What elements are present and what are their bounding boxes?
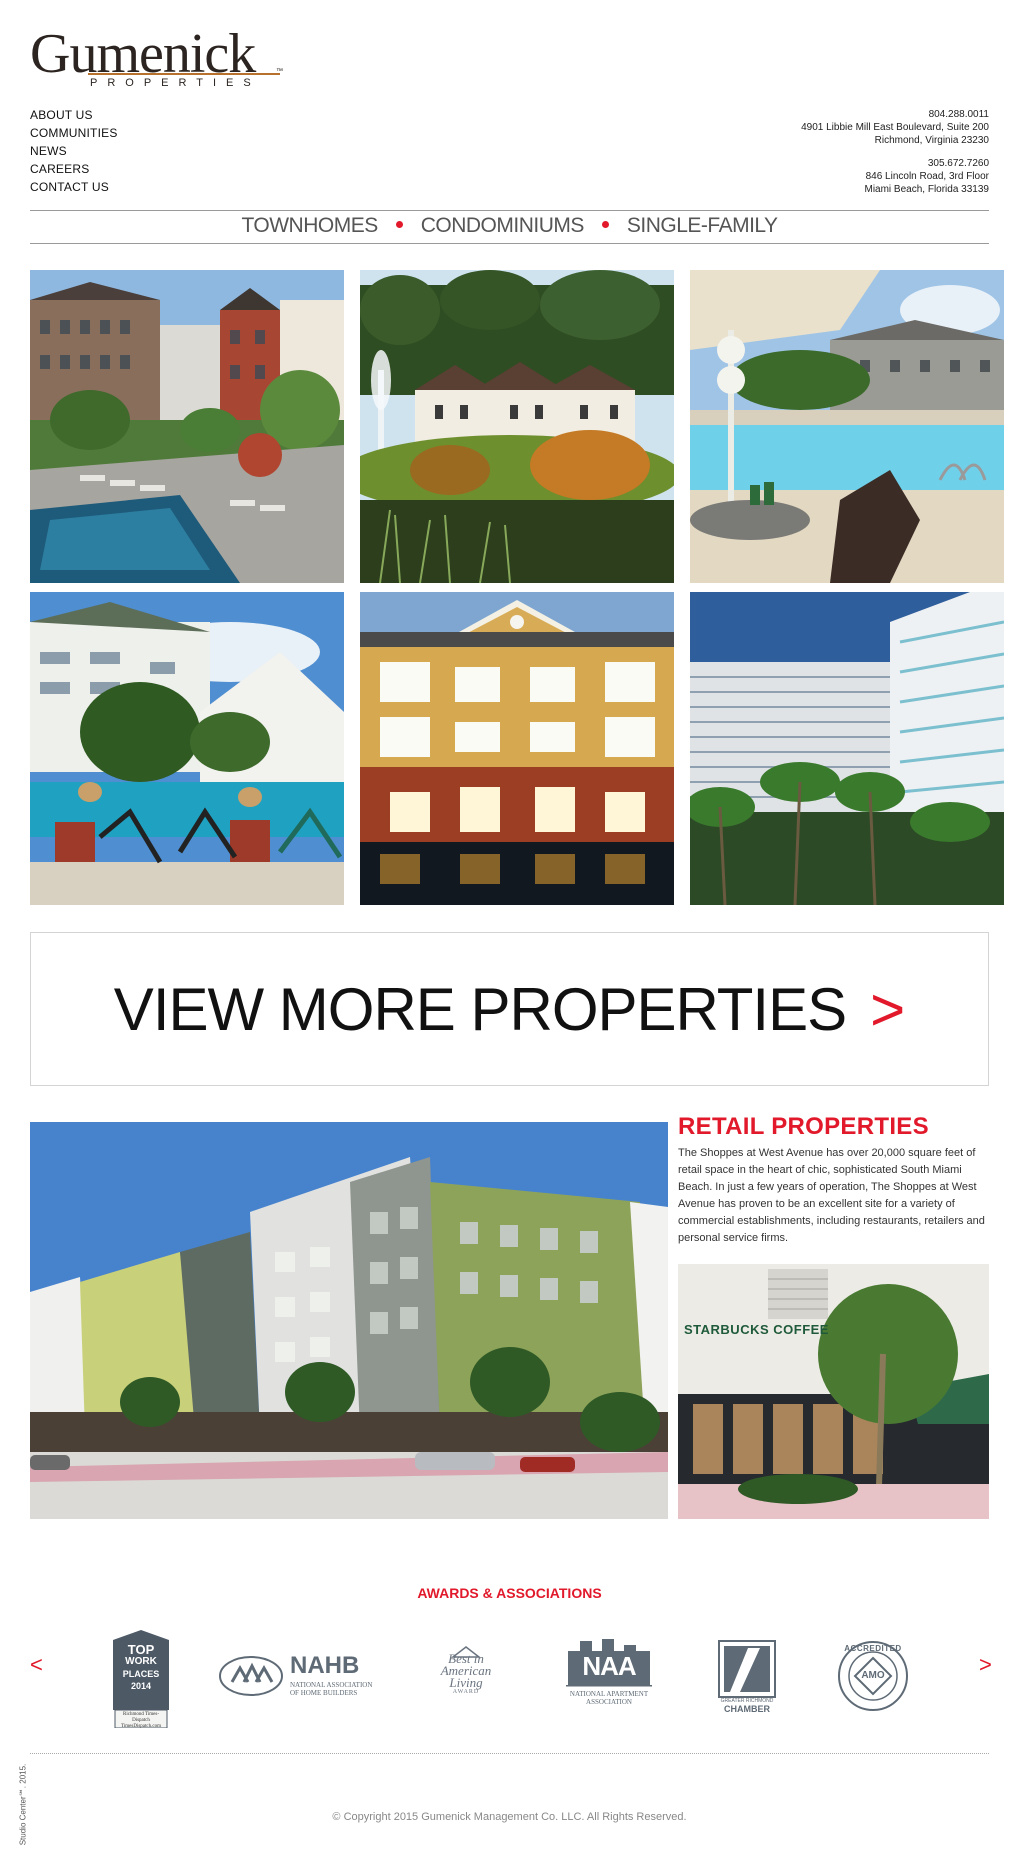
property-photo-pool-clubhouse[interactable] <box>30 592 344 905</box>
property-photo-fountain-homes[interactable] <box>360 270 674 583</box>
nahb-abbr: NAHB <box>290 1652 360 1679</box>
type-condominiums[interactable]: CONDOMINIUMS <box>421 214 585 237</box>
greater-richmond-chamber-logo[interactable]: GREATER RICHMOND CHAMBER <box>718 1640 776 1714</box>
logo-subtitle: PROPERTIES <box>90 77 261 89</box>
copyright-text: © Copyright 2015 Gumenick Management Co.… <box>332 1811 687 1823</box>
storefront-sign: STARBUCKS COFFEE <box>684 1322 829 1337</box>
gumenick-logo[interactable]: Gumenick PROPERTIES ™ <box>30 26 283 90</box>
top-work-text: TOP WORK PLACES 2014 <box>122 1642 160 1691</box>
amo-top-text: ACCREDITED <box>844 1644 902 1653</box>
nav-news[interactable]: NEWS <box>30 142 118 160</box>
property-photo-high-rise-palms[interactable] <box>690 592 1004 905</box>
amo-center-text: AMO <box>861 1670 885 1681</box>
awards-heading: AWARDS & ASSOCIATIONS <box>417 1585 602 1601</box>
retail-photo-shoppes-west-avenue <box>30 1122 668 1519</box>
property-photo-townhomes-courtyard[interactable] <box>30 270 344 583</box>
miami-city: Miami Beach, Florida 33139 <box>864 184 989 195</box>
separator-dot <box>601 220 609 228</box>
separator-dot <box>395 220 403 228</box>
nahb-logo[interactable]: NAHB NATIONAL ASSOCIATION OF HOME BUILDE… <box>218 1652 382 1700</box>
contact-richmond: 804.288.0011 4901 Libbie Mill East Boule… <box>801 108 989 147</box>
property-types-bar: TOWNHOMES CONDOMINIUMS SINGLE-FAMILY <box>30 211 989 241</box>
nav-communities[interactable]: COMMUNITIES <box>30 124 118 142</box>
best-american-text: Best in American Living AWARD <box>440 1651 492 1695</box>
miami-phone[interactable]: 305.672.7260 <box>801 157 989 170</box>
nav-about-us[interactable]: ABOUT US <box>30 106 118 124</box>
chamber-text: GREATER RICHMOND CHAMBER <box>720 1698 774 1714</box>
miami-street: 846 Lincoln Road, 3rd Floor <box>865 171 989 182</box>
logo-underline <box>88 73 280 75</box>
richmond-phone[interactable]: 804.288.0011 <box>801 108 989 121</box>
carousel-next-button[interactable]: > <box>979 1652 992 1678</box>
view-more-properties-button[interactable]: VIEW MORE PROPERTIES > <box>30 932 989 1086</box>
naa-abbr: NAA <box>582 1651 636 1681</box>
view-more-label: VIEW MORE PROPERTIES <box>113 975 847 1043</box>
property-photo-yellow-building[interactable] <box>360 592 674 905</box>
richmond-city: Richmond, Virginia 23230 <box>874 135 989 146</box>
retail-properties-heading: RETAIL PROPERTIES <box>678 1113 929 1140</box>
retail-description: The Shoppes at West Avenue has over 20,0… <box>678 1147 985 1244</box>
top-work-paper: Richmond Times-Dispatch TimesDispatch.co… <box>121 1712 161 1729</box>
contact-info: 804.288.0011 4901 Libbie Mill East Boule… <box>801 108 989 206</box>
logo-trademark: ™ <box>276 68 283 75</box>
naa-logo[interactable]: NAA NATIONAL APARTMENT ASSOCIATION <box>566 1637 652 1711</box>
type-townhomes[interactable]: TOWNHOMES <box>241 214 378 237</box>
amo-accredited-logo[interactable]: ACCREDITED AMO <box>837 1640 909 1712</box>
naa-full-name: NATIONAL APARTMENT ASSOCIATION <box>569 1690 649 1706</box>
footer-divider <box>30 1753 989 1754</box>
header-divider-bottom <box>30 243 989 244</box>
property-photo-pool-umbrella[interactable] <box>690 270 1004 583</box>
retail-photo-storefront: STARBUCKS COFFEE <box>678 1264 989 1519</box>
main-nav: ABOUT US COMMUNITIES NEWS CAREERS CONTAC… <box>30 106 118 196</box>
nahb-full-name: NATIONAL ASSOCIATION OF HOME BUILDERS <box>290 1681 373 1697</box>
type-single-family[interactable]: SINGLE-FAMILY <box>627 214 778 237</box>
richmond-street: 4901 Libbie Mill East Boulevard, Suite 2… <box>801 122 989 133</box>
contact-miami: 305.672.7260 846 Lincoln Road, 3rd Floor… <box>801 157 989 196</box>
studio-center-credit[interactable]: Studio Center℠. 2015. <box>18 1764 27 1846</box>
top-work-places-logo[interactable]: TOP WORK PLACES 2014 Richmond Times-Disp… <box>113 1630 169 1729</box>
best-american-living-logo[interactable]: Best in American Living AWARD <box>435 1645 497 1705</box>
nav-careers[interactable]: CAREERS <box>30 160 118 178</box>
chevron-right-icon: > <box>870 975 906 1043</box>
nav-contact-us[interactable]: CONTACT US <box>30 178 118 196</box>
carousel-prev-button[interactable]: < <box>30 1652 43 1678</box>
